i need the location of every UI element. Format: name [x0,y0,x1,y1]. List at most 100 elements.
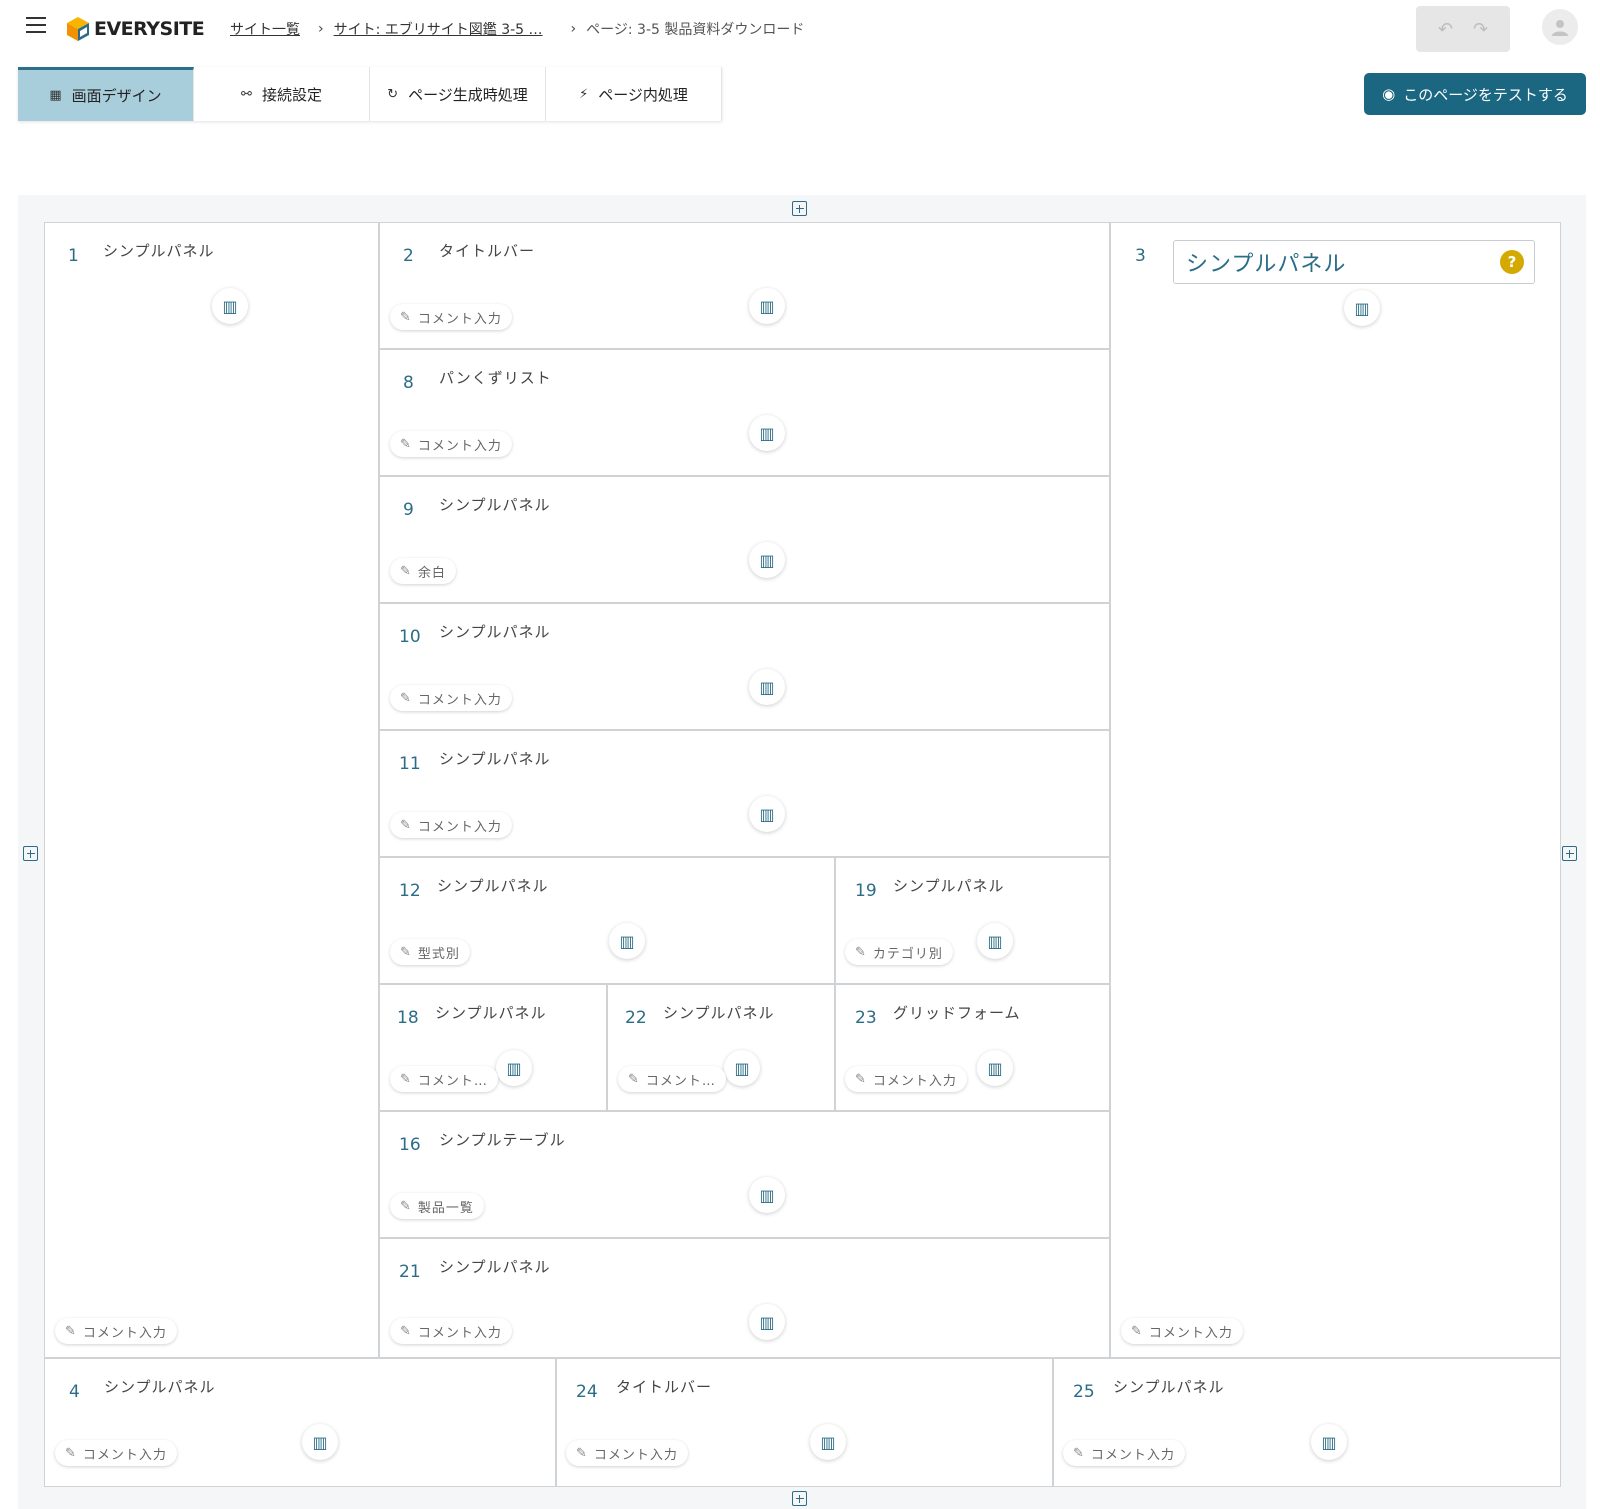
layout-icon: ▥ [759,677,775,697]
comment-chip[interactable]: ✎ コメント… [618,1066,726,1092]
panel-18[interactable]: 18 シンプルパネル ▥ ✎ コメント… [379,984,607,1111]
panel-settings-button[interactable]: ▥ [977,923,1013,959]
comment-chip[interactable]: ✎ 余白 [390,558,456,584]
panel-name: シンプルパネル [893,877,1005,895]
panel-name: シンプルパネル [439,1258,551,1276]
pencil-icon: ✎ [65,1445,77,1461]
panel-settings-button[interactable]: ▥ [1344,290,1380,326]
panel-settings-button[interactable]: ▥ [749,1304,785,1340]
comment-chip[interactable]: ✎ コメント… [390,1066,498,1092]
panel-19[interactable]: 19 シンプルパネル ▥ ✎ カテゴリ別 [835,857,1110,984]
logo[interactable]: EVERYSITE [66,16,205,42]
panel-settings-button[interactable]: ▥ [749,796,785,832]
panel-9[interactable]: 9 シンプルパネル ▥ ✎ 余白 [379,476,1110,603]
panel-settings-button[interactable]: ▥ [724,1050,760,1086]
comment-chip[interactable]: ✎ コメント入力 [845,1066,967,1092]
panel-name: パンくずリスト [439,369,552,387]
panel-23[interactable]: 23 グリッドフォーム ▥ ✎ コメント入力 [835,984,1110,1111]
comment-chip[interactable]: ✎ コメント入力 [390,431,512,457]
panel-settings-button[interactable]: ▥ [749,1177,785,1213]
panel-settings-button[interactable]: ▥ [749,288,785,324]
layout-icon: ▥ [987,1058,1003,1078]
tab-label: 接続設定 [261,85,322,104]
layout-icon: ▥ [759,550,775,570]
comment-chip[interactable]: ✎ カテゴリ別 [845,939,953,965]
comment-chip[interactable]: ✎ コメント入力 [55,1318,177,1344]
comment-chip[interactable]: ✎ コメント入力 [55,1440,177,1466]
panel-settings-button[interactable]: ▥ [302,1424,338,1460]
panel-name: シンプルパネル [437,877,549,895]
undo-icon[interactable]: ↶ [1438,19,1453,40]
avatar[interactable] [1542,9,1578,45]
comment-label: コメント… [645,1073,716,1089]
layout-icon: ▥ [759,1185,775,1205]
panel-number: 23 [855,1008,877,1028]
comment-chip[interactable]: ✎ コメント入力 [1121,1318,1243,1344]
comment-chip[interactable]: ✎ 製品一覧 [390,1193,484,1219]
comment-chip[interactable]: ✎ コメント入力 [390,685,512,711]
panel-settings-button[interactable]: ▥ [749,669,785,705]
layout-icon: ▥ [1321,1432,1337,1452]
add-row-bottom-icon[interactable] [792,1491,807,1506]
layout-icon: ▥ [506,1058,522,1078]
help-icon[interactable]: ? [1500,250,1524,274]
redo-icon[interactable]: ↷ [1473,19,1488,40]
panel-10[interactable]: 10 シンプルパネル ▥ ✎ コメント入力 [379,603,1110,730]
panel-16[interactable]: 16 シンプルテーブル ▥ ✎ 製品一覧 [379,1111,1110,1238]
panel-number: 4 [69,1382,80,1402]
panel-11[interactable]: 11 シンプルパネル ▥ ✎ コメント入力 [379,730,1110,857]
run-icon: ⚡ [579,86,589,102]
pencil-icon: ✎ [400,1323,412,1339]
menu-icon[interactable] [26,17,46,33]
add-column-left-icon[interactable] [23,846,38,861]
comment-chip[interactable]: ✎ コメント入力 [1063,1440,1185,1466]
eye-icon: ◉ [1382,85,1396,103]
panel-name: シンプルテーブル [439,1131,566,1149]
panel-settings-button[interactable]: ▥ [496,1050,532,1086]
panel-title-input[interactable]: シンプルパネル [1173,240,1535,284]
panel-4[interactable]: 4 シンプルパネル ▥ ✎ コメント入力 [44,1358,556,1487]
comment-chip[interactable]: ✎ コメント入力 [390,1318,512,1344]
add-row-top-icon[interactable] [792,201,807,216]
panel-settings-button[interactable]: ▥ [810,1424,846,1460]
panel-settings-button[interactable]: ▥ [749,415,785,451]
panel-name: シンプルパネル [103,242,215,260]
add-column-right-icon[interactable] [1562,846,1577,861]
tab-page-processing[interactable]: ⚡ ページ内処理 [546,67,722,121]
breadcrumb-page: ページ: 3-5 製品資料ダウンロード [586,22,805,38]
panel-24[interactable]: 24 タイトルバー ▥ ✎ コメント入力 [556,1358,1053,1487]
tab-screen-design[interactable]: ▦ 画面デザイン [18,67,194,121]
panel-22[interactable]: 22 シンプルパネル ▥ ✎ コメント… [607,984,835,1111]
panel-3[interactable]: 3 ▥ ✎ コメント入力 [1110,222,1561,1358]
panel-settings-button[interactable]: ▥ [609,923,645,959]
panel-settings-button[interactable]: ▥ [749,542,785,578]
panel-settings-button[interactable]: ▥ [212,288,248,324]
pencil-icon: ✎ [628,1071,640,1087]
breadcrumb-site[interactable]: サイト: エブリサイト図鑑 3-5 … [334,19,543,39]
panel-1[interactable]: 1 シンプルパネル ▥ ✎ コメント入力 [44,222,379,1358]
pencil-icon: ✎ [400,436,412,452]
comment-chip[interactable]: ✎ コメント入力 [566,1440,688,1466]
comment-label: コメント入力 [82,1325,167,1341]
panel-21[interactable]: 21 シンプルパネル ▥ ✎ コメント入力 [379,1238,1110,1358]
comment-chip[interactable]: ✎ 型式別 [390,939,470,965]
panel-25[interactable]: 25 シンプルパネル ▥ ✎ コメント入力 [1053,1358,1561,1487]
comment-label: コメント入力 [417,438,502,454]
panel-8[interactable]: 8 パンくずリスト ▥ ✎ コメント入力 [379,349,1110,476]
pencil-icon: ✎ [400,944,412,960]
panel-settings-button[interactable]: ▥ [1311,1424,1347,1460]
panel-12[interactable]: 12 シンプルパネル ▥ ✎ 型式別 [379,857,835,984]
panel-number: 9 [403,500,414,520]
tab-page-generation[interactable]: ↻ ページ生成時処理 [370,67,546,121]
comment-chip[interactable]: ✎ コメント入力 [390,812,512,838]
panel-name: タイトルバー [616,1378,713,1396]
panel-2[interactable]: 2 タイトルバー ▥ ✎ コメント入力 [379,222,1110,349]
breadcrumb-site-list[interactable]: サイト一覧 [230,19,300,39]
layout-icon: ▥ [734,1058,750,1078]
comment-chip[interactable]: ✎ コメント入力 [390,304,512,330]
tab-connection-settings[interactable]: ⚯ 接続設定 [194,67,370,121]
comment-label: コメント… [417,1073,488,1089]
panel-settings-button[interactable]: ▥ [977,1050,1013,1086]
test-page-button[interactable]: ◉ このページをテストする [1364,73,1586,115]
comment-label: コメント入力 [872,1073,957,1089]
